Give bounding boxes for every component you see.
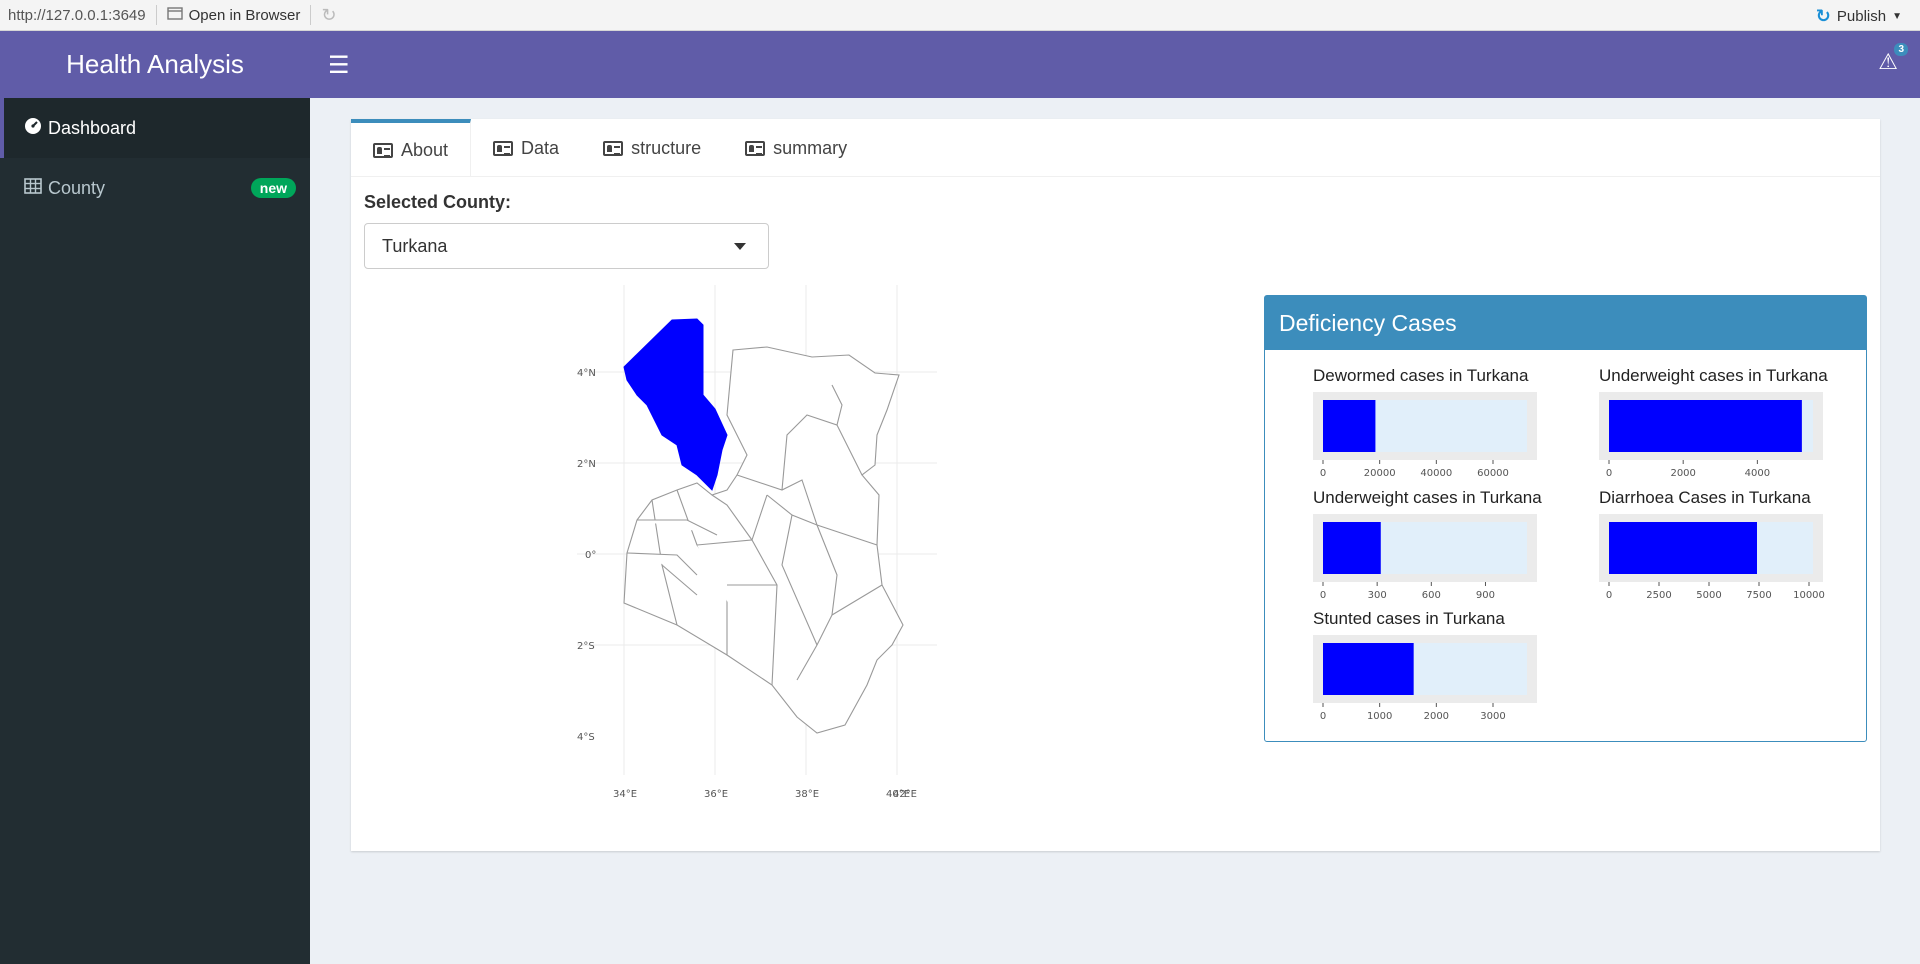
value-bar xyxy=(1323,522,1381,574)
chart-title: Dewormed cases in Turkana xyxy=(1313,366,1529,385)
table-icon xyxy=(24,177,42,199)
x-tick-label: 42°E xyxy=(893,789,917,800)
open-in-browser-label: Open in Browser xyxy=(188,6,301,24)
publish-icon: ↻ xyxy=(1815,6,1831,26)
id-card-icon xyxy=(373,142,393,158)
window-icon xyxy=(166,6,183,24)
x-tick-label: 40000 xyxy=(1420,468,1452,479)
tab-data[interactable]: Data xyxy=(471,119,581,177)
x-tick-label: 5000 xyxy=(1696,590,1721,601)
x-tick-label: 0 xyxy=(1320,468,1326,479)
turkana-county-highlight xyxy=(623,318,728,491)
tab-summary[interactable]: summary xyxy=(723,119,869,177)
x-tick-label: 900 xyxy=(1476,590,1495,601)
y-tick-label: 0° xyxy=(585,550,596,561)
chevron-down-icon xyxy=(734,243,746,250)
county-select-value: Turkana xyxy=(382,235,448,256)
sidebar-item-dashboard[interactable]: Dashboard xyxy=(0,98,310,158)
kenya-county-map: 4°N 2°N 0° 2°S 4°S 34°E 36°E 38°E 40°E 4… xyxy=(577,285,937,800)
chart-title: Underweight cases in Turkana xyxy=(1599,366,1828,385)
chart-title: Underweight cases in Turkana xyxy=(1313,488,1542,507)
chart-title: Diarrhoea Cases in Turkana xyxy=(1599,488,1811,507)
x-tick-label: 0 xyxy=(1606,590,1612,601)
x-tick-label: 60000 xyxy=(1477,468,1509,479)
tab-label: Data xyxy=(521,137,560,158)
open-in-browser-button[interactable]: Open in Browser xyxy=(166,6,301,24)
deficiency-box-title: Deficiency Cases xyxy=(1265,296,1866,350)
divider xyxy=(310,5,312,25)
mini-bar-chart: Underweight cases in Turkana 0 2000 4000 xyxy=(1599,366,1829,481)
x-tick-label: 4000 xyxy=(1745,468,1770,479)
deficiency-cases-box: Deficiency Cases Dewormed cases in Turka… xyxy=(1264,295,1867,742)
bar-chart-svg: 0 2500 5000 7500 10000 xyxy=(1599,514,1825,601)
sidebar: Health Analysis Dashboard County new xyxy=(0,31,310,964)
x-tick-label: 3000 xyxy=(1480,711,1505,722)
menu-toggle-icon[interactable]: ☰ xyxy=(328,51,350,80)
x-tick-label: 300 xyxy=(1368,590,1387,601)
x-tick-label: 0 xyxy=(1320,711,1326,722)
publish-label: Publish xyxy=(1836,8,1887,25)
x-tick-label: 2000 xyxy=(1670,468,1695,479)
url-text[interactable]: http://127.0.0.1:3649 xyxy=(0,7,146,24)
x-tick-label: 0 xyxy=(1606,468,1612,479)
id-card-icon xyxy=(493,140,514,156)
x-tick-label: 38°E xyxy=(795,789,819,800)
x-tick-label: 20000 xyxy=(1364,468,1396,479)
publish-button[interactable]: ↻ Publish ▼ xyxy=(1816,6,1902,27)
x-tick-label: 2500 xyxy=(1646,590,1671,601)
browser-toolbar: http://127.0.0.1:3649 Open in Browser ↻ … xyxy=(0,0,1920,31)
sidebar-item-label: County xyxy=(48,177,106,198)
county-select-label: Selected County: xyxy=(364,192,512,212)
county-select[interactable]: Turkana xyxy=(364,223,769,269)
mini-bar-chart: Diarrhoea Cases in Turkana 0 2500 5000 7500 1… xyxy=(1599,488,1829,603)
id-card-icon xyxy=(745,140,766,156)
x-tick-label: 1000 xyxy=(1367,711,1392,722)
value-bar xyxy=(1323,400,1376,452)
mini-bar-chart: Dewormed cases in Turkana 0 20000 40000 6000… xyxy=(1313,366,1543,481)
notification-count-badge: 3 xyxy=(1894,43,1908,56)
tab-about[interactable]: About xyxy=(351,119,472,177)
notification-button[interactable]: ⚠ 3 xyxy=(1878,43,1908,75)
y-tick-label: 2°N xyxy=(577,459,596,470)
tab-label: About xyxy=(401,139,449,160)
tab-bar: About Data structure summary xyxy=(351,119,1880,177)
x-tick-label: 2000 xyxy=(1424,711,1449,722)
x-tick-label: 36°E xyxy=(704,789,728,800)
chevron-down-icon: ▼ xyxy=(1892,11,1902,22)
bar-chart-svg: 0 300 600 900 xyxy=(1313,514,1537,601)
value-bar xyxy=(1609,522,1757,574)
mini-bar-chart: Stunted cases in Turkana 0 1000 2000 3000 xyxy=(1313,609,1543,724)
bar-chart-svg: 0 1000 2000 3000 xyxy=(1313,635,1537,722)
bar-chart-svg: 0 2000 4000 xyxy=(1599,392,1823,479)
refresh-icon[interactable]: ↻ xyxy=(321,5,336,26)
sidebar-item-county[interactable]: County new xyxy=(0,158,310,218)
x-tick-label: 0 xyxy=(1320,590,1326,601)
divider xyxy=(155,5,157,25)
x-tick-label: 7500 xyxy=(1746,590,1771,601)
bar-chart-svg: 0 20000 40000 60000 xyxy=(1313,392,1537,479)
top-navbar: ☰ ⚠ 3 xyxy=(310,31,1920,98)
chart-title: Stunted cases in Turkana xyxy=(1313,609,1505,628)
x-tick-label: 34°E xyxy=(613,789,637,800)
new-badge: new xyxy=(250,178,296,198)
tab-label: summary xyxy=(773,137,848,158)
y-tick-label: 4°N xyxy=(577,368,596,379)
main-content: About Data structure summary Selected Co… xyxy=(310,98,1920,964)
tab-label: structure xyxy=(631,137,702,158)
y-tick-label: 2°S xyxy=(577,641,595,652)
id-card-icon xyxy=(603,140,624,156)
tab-structure[interactable]: structure xyxy=(581,119,723,177)
x-tick-label: 10000 xyxy=(1793,590,1825,601)
mini-bar-chart: Underweight cases in Turkana 0 300 600 900 xyxy=(1313,488,1543,603)
y-tick-label: 4°S xyxy=(577,732,595,743)
tab-box: About Data structure summary Selected Co… xyxy=(351,119,1880,851)
x-tick-label: 600 xyxy=(1422,590,1441,601)
value-bar xyxy=(1323,643,1414,695)
app-title[interactable]: Health Analysis xyxy=(0,31,310,98)
sidebar-item-label: Dashboard xyxy=(48,117,137,138)
value-bar xyxy=(1609,400,1802,452)
dashboard-icon xyxy=(24,117,42,140)
